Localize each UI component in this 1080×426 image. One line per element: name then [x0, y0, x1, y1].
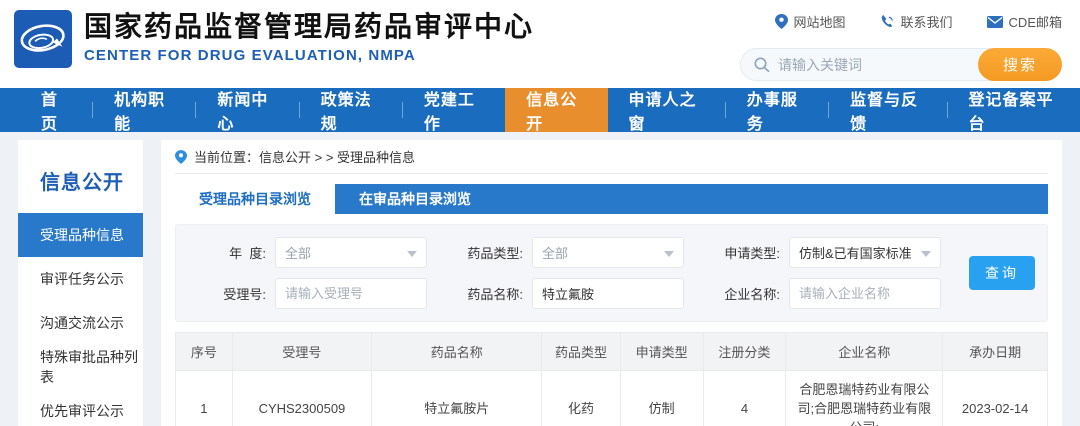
cell-company: 合肥恩瑞特药业有限公司;合肥恩瑞特药业有限公司;	[785, 370, 944, 426]
nav-registration-platform[interactable]: 登记备案平台	[947, 88, 1080, 133]
search-icon	[754, 57, 770, 72]
tab-under-review-catalog[interactable]: 在审品种目录浏览	[335, 184, 495, 214]
breadcrumb-text: 当前位置：信息公开 > > 受理品种信息	[194, 150, 416, 165]
company-name-label: 企业名称:	[724, 287, 780, 302]
drug-name-input[interactable]	[542, 286, 674, 301]
main-nav: 首页 机构职能 新闻中心 政策法规 党建工作 信息公开 申请人之窗 办事服务 监…	[0, 88, 1080, 133]
brand: 国家药品监督管理局药品审评中心 CENTER FOR DRUG EVALUATI…	[14, 10, 534, 68]
acceptance-no-input[interactable]	[285, 286, 417, 301]
nav-home[interactable]: 首页	[20, 88, 92, 133]
nav-policies[interactable]: 政策法规	[300, 88, 402, 133]
year-label: 年 度:	[229, 246, 266, 261]
company-name-input[interactable]	[799, 286, 931, 301]
filter-panel: 年 度: 全部 药品类型: 全部 申请类型: 仿制&已有国家标准 受理号: 请输…	[175, 224, 1048, 322]
sidebar-item-review-tasks[interactable]: 审评任务公示	[18, 257, 143, 301]
cell-seq: 1	[175, 370, 233, 426]
nav-info-disclosure[interactable]: 信息公开	[505, 88, 608, 133]
cell-drug-name: 特立氟胺片	[371, 370, 543, 426]
col-company: 企业名称	[785, 332, 944, 371]
sidebar-item-special-approval[interactable]: 特殊审批品种列表	[18, 345, 143, 389]
col-apply-type: 申请类型	[619, 332, 704, 371]
drug-name-label: 药品名称:	[467, 287, 523, 302]
cell-drug-type: 化药	[541, 370, 621, 426]
col-drug-name: 药品名称	[371, 332, 543, 371]
page-content: 信息公开 受理品种信息 审评任务公示 沟通交流公示 特殊审批品种列表 优先审评公…	[0, 132, 1080, 426]
sidebar-item-priority-review[interactable]: 优先审评公示	[18, 389, 143, 426]
mailbox-link[interactable]: CDE邮箱	[986, 12, 1062, 31]
sidebar: 信息公开 受理品种信息 审评任务公示 沟通交流公示 特殊审批品种列表 优先审评公…	[18, 140, 143, 426]
contact-link[interactable]: 联系我们	[880, 12, 953, 31]
tab-bar: 受理品种目录浏览 在审品种目录浏览	[175, 184, 1048, 214]
query-button[interactable]: 查询	[969, 256, 1035, 290]
drug-name-field	[532, 278, 684, 309]
breadcrumb: 当前位置：信息公开 > > 受理品种信息	[175, 140, 1048, 174]
cell-date: 2023-02-14	[942, 370, 1048, 426]
nav-applicant-window[interactable]: 申请人之窗	[608, 88, 725, 133]
site-search: 搜索	[740, 48, 1062, 81]
table-row: 1 CYHS2300509 特立氟胺片 化药 仿制 4 合肥恩瑞特药业有限公司;…	[175, 370, 1048, 426]
apply-type-label: 申请类型:	[724, 246, 780, 261]
chevron-down-icon	[407, 251, 417, 257]
col-acceptance: 受理号	[231, 332, 373, 371]
nav-news[interactable]: 新闻中心	[196, 88, 298, 133]
contact-label: 联系我们	[900, 15, 953, 30]
main-panel: 当前位置：信息公开 > > 受理品种信息 受理品种目录浏览 在审品种目录浏览 年…	[161, 140, 1062, 426]
nav-functions[interactable]: 机构职能	[93, 88, 195, 133]
sidebar-item-communication[interactable]: 沟通交流公示	[18, 301, 143, 345]
apply-type-select[interactable]: 仿制&已有国家标准	[789, 237, 941, 268]
sitemap-label: 网站地图	[793, 15, 846, 30]
chevron-down-icon	[921, 251, 931, 257]
year-select[interactable]: 全部	[275, 237, 427, 268]
col-seq: 序号	[175, 332, 233, 371]
table-header-row: 序号 受理号 药品名称 药品类型 申请类型 注册分类 企业名称 承办日期	[175, 332, 1048, 371]
col-reg-class: 注册分类	[702, 332, 787, 371]
cde-logo-icon	[14, 10, 72, 68]
quick-links: 网站地图 联系我们 CDE邮箱	[774, 12, 1062, 31]
sidebar-item-accepted-varieties[interactable]: 受理品种信息	[18, 213, 143, 257]
sidebar-title: 信息公开	[40, 172, 124, 194]
chevron-down-icon	[664, 251, 674, 257]
col-drug-type: 药品类型	[541, 332, 621, 371]
search-button[interactable]: 搜索	[978, 48, 1062, 81]
location-pin-icon	[774, 14, 788, 29]
search-input[interactable]	[778, 56, 978, 73]
site-header: 国家药品监督管理局药品审评中心 CENTER FOR DRUG EVALUATI…	[0, 0, 1080, 88]
company-name-field	[789, 278, 941, 309]
envelope-icon	[986, 15, 1003, 28]
nav-party[interactable]: 党建工作	[403, 88, 505, 133]
nav-services[interactable]: 办事服务	[726, 88, 828, 133]
site-subtitle: CENTER FOR DRUG EVALUATION, NMPA	[84, 47, 416, 64]
site-title: 国家药品监督管理局药品审评中心	[84, 11, 535, 42]
phone-icon	[881, 14, 893, 27]
acceptance-no-field	[275, 278, 427, 309]
sitemap-link[interactable]: 网站地图	[774, 12, 846, 31]
acceptance-no-label: 受理号:	[223, 287, 266, 302]
nav-supervision[interactable]: 监督与反馈	[829, 88, 946, 133]
location-pin-icon	[175, 149, 187, 164]
cell-apply-type: 仿制	[619, 370, 704, 426]
cell-acceptance: CYHS2300509	[231, 370, 373, 426]
mailbox-label: CDE邮箱	[1008, 15, 1062, 30]
drug-type-label: 药品类型:	[467, 246, 523, 261]
cell-reg-class: 4	[702, 370, 787, 426]
results-table: 序号 受理号 药品名称 药品类型 申请类型 注册分类 企业名称 承办日期 1 C…	[175, 332, 1048, 426]
tab-accepted-catalog[interactable]: 受理品种目录浏览	[175, 184, 335, 214]
drug-type-select[interactable]: 全部	[532, 237, 684, 268]
col-date: 承办日期	[942, 332, 1048, 371]
